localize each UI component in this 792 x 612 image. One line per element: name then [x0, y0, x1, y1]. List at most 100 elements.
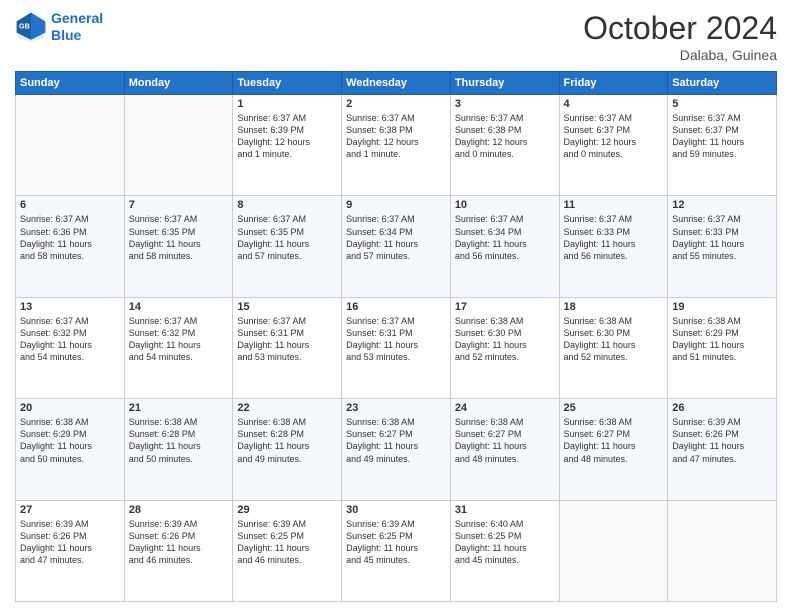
logo-blue: Blue — [51, 27, 81, 43]
cell-content: Sunrise: 6:37 AM Sunset: 6:38 PM Dayligh… — [455, 112, 555, 161]
day-number: 3 — [455, 98, 555, 110]
calendar-cell: 17 Sunrise: 6:38 AM Sunset: 6:30 PM Dayli… — [450, 297, 559, 398]
day-number: 13 — [20, 301, 120, 313]
day-number: 30 — [346, 504, 446, 516]
calendar-week-row: 1 Sunrise: 6:37 AM Sunset: 6:39 PM Daylig… — [16, 95, 777, 196]
cell-content: Sunrise: 6:37 AM Sunset: 6:31 PM Dayligh… — [346, 315, 446, 364]
cell-content: Sunrise: 6:37 AM Sunset: 6:39 PM Dayligh… — [237, 112, 337, 161]
day-number: 4 — [564, 98, 664, 110]
calendar-cell: 10Sunrise: 6:37 AM Sunset: 6:34 PM Dayli… — [450, 196, 559, 297]
day-number: 10 — [455, 199, 555, 211]
cell-content: Sunrise: 6:38 AM Sunset: 6:29 PM Dayligh… — [672, 315, 772, 364]
day-number: 22 — [237, 402, 337, 414]
calendar-cell: 24Sunrise: 6:38 AM Sunset: 6:27 PM Dayli… — [450, 399, 559, 500]
cell-content: Sunrise: 6:37 AM Sunset: 6:35 PM Dayligh… — [129, 213, 229, 262]
calendar-cell: 5Sunrise: 6:37 AM Sunset: 6:37 PM Daylig… — [668, 95, 777, 196]
day-number: 24 — [455, 402, 555, 414]
calendar-cell: 14 Sunrise: 6:37 AM Sunset: 6:32 PM Dayli… — [124, 297, 233, 398]
calendar-cell: 8 Sunrise: 6:37 AM Sunset: 6:35 PM Daylig… — [233, 196, 342, 297]
calendar-cell: 26 Sunrise: 6:39 AM Sunset: 6:26 PM Dayli… — [668, 399, 777, 500]
calendar-cell: 16 Sunrise: 6:37 AM Sunset: 6:31 PM Dayli… — [342, 297, 451, 398]
day-number: 9 — [346, 199, 446, 211]
calendar-cell: 23 Sunrise: 6:38 AM Sunset: 6:27 PM Dayli… — [342, 399, 451, 500]
day-header-sunday: Sunday — [16, 72, 125, 95]
day-number: 2 — [346, 98, 446, 110]
calendar-cell: 18 Sunrise: 6:38 AM Sunset: 6:30 PM Dayli… — [559, 297, 668, 398]
day-header-friday: Friday — [559, 72, 668, 95]
day-number: 15 — [237, 301, 337, 313]
svg-text:GB: GB — [19, 21, 30, 30]
day-number: 16 — [346, 301, 446, 313]
calendar-header-row: SundayMondayTuesdayWednesdayThursdayFrid… — [16, 72, 777, 95]
cell-content: Sunrise: 6:38 AM Sunset: 6:27 PM Dayligh… — [564, 416, 664, 465]
day-number: 27 — [20, 504, 120, 516]
calendar-cell: 1 Sunrise: 6:37 AM Sunset: 6:39 PM Daylig… — [233, 95, 342, 196]
calendar-cell — [124, 95, 233, 196]
cell-content: Sunrise: 6:38 AM Sunset: 6:30 PM Dayligh… — [455, 315, 555, 364]
cell-content: Sunrise: 6:38 AM Sunset: 6:27 PM Dayligh… — [346, 416, 446, 465]
day-header-thursday: Thursday — [450, 72, 559, 95]
day-number: 29 — [237, 504, 337, 516]
day-number: 20 — [20, 402, 120, 414]
day-number: 1 — [237, 98, 337, 110]
day-number: 21 — [129, 402, 229, 414]
calendar-cell: 29 Sunrise: 6:39 AM Sunset: 6:25 PM Dayli… — [233, 500, 342, 601]
day-number: 6 — [20, 199, 120, 211]
calendar-cell: 3 Sunrise: 6:37 AM Sunset: 6:38 PM Daylig… — [450, 95, 559, 196]
calendar-week-row: 6Sunrise: 6:37 AM Sunset: 6:36 PM Daylig… — [16, 196, 777, 297]
calendar-cell: 22 Sunrise: 6:38 AM Sunset: 6:28 PM Dayli… — [233, 399, 342, 500]
day-number: 26 — [672, 402, 772, 414]
cell-content: Sunrise: 6:39 AM Sunset: 6:25 PM Dayligh… — [237, 518, 337, 567]
cell-content: Sunrise: 6:39 AM Sunset: 6:26 PM Dayligh… — [672, 416, 772, 465]
day-number: 17 — [455, 301, 555, 313]
cell-content: Sunrise: 6:37 AM Sunset: 6:37 PM Dayligh… — [564, 112, 664, 161]
calendar-cell: 11Sunrise: 6:37 AM Sunset: 6:33 PM Dayli… — [559, 196, 668, 297]
calendar-cell: 21 Sunrise: 6:38 AM Sunset: 6:28 PM Dayli… — [124, 399, 233, 500]
calendar-cell: 7 Sunrise: 6:37 AM Sunset: 6:35 PM Daylig… — [124, 196, 233, 297]
calendar-cell: 30Sunrise: 6:39 AM Sunset: 6:25 PM Dayli… — [342, 500, 451, 601]
day-number: 23 — [346, 402, 446, 414]
day-header-saturday: Saturday — [668, 72, 777, 95]
day-header-monday: Monday — [124, 72, 233, 95]
page: GB General Blue October 2024 Dalaba, Gui… — [0, 0, 792, 612]
calendar-cell — [668, 500, 777, 601]
cell-content: Sunrise: 6:38 AM Sunset: 6:28 PM Dayligh… — [129, 416, 229, 465]
calendar-cell — [559, 500, 668, 601]
cell-content: Sunrise: 6:37 AM Sunset: 6:32 PM Dayligh… — [20, 315, 120, 364]
cell-content: Sunrise: 6:38 AM Sunset: 6:28 PM Dayligh… — [237, 416, 337, 465]
day-number: 7 — [129, 199, 229, 211]
cell-content: Sunrise: 6:39 AM Sunset: 6:26 PM Dayligh… — [129, 518, 229, 567]
calendar-week-row: 20Sunrise: 6:38 AM Sunset: 6:29 PM Dayli… — [16, 399, 777, 500]
cell-content: Sunrise: 6:37 AM Sunset: 6:31 PM Dayligh… — [237, 315, 337, 364]
calendar-cell: 31Sunrise: 6:40 AM Sunset: 6:25 PM Dayli… — [450, 500, 559, 601]
calendar-cell: 28 Sunrise: 6:39 AM Sunset: 6:26 PM Dayli… — [124, 500, 233, 601]
cell-content: Sunrise: 6:37 AM Sunset: 6:33 PM Dayligh… — [564, 213, 664, 262]
cell-content: Sunrise: 6:37 AM Sunset: 6:32 PM Dayligh… — [129, 315, 229, 364]
cell-content: Sunrise: 6:38 AM Sunset: 6:30 PM Dayligh… — [564, 315, 664, 364]
calendar-cell: 27 Sunrise: 6:39 AM Sunset: 6:26 PM Dayli… — [16, 500, 125, 601]
day-number: 8 — [237, 199, 337, 211]
header: GB General Blue October 2024 Dalaba, Gui… — [15, 10, 777, 63]
cell-content: Sunrise: 6:37 AM Sunset: 6:37 PM Dayligh… — [672, 112, 772, 161]
calendar-week-row: 13 Sunrise: 6:37 AM Sunset: 6:32 PM Dayli… — [16, 297, 777, 398]
calendar-cell: 15 Sunrise: 6:37 AM Sunset: 6:31 PM Dayli… — [233, 297, 342, 398]
logo: GB General Blue — [15, 10, 103, 44]
calendar-cell: 19Sunrise: 6:38 AM Sunset: 6:29 PM Dayli… — [668, 297, 777, 398]
logo-text: General Blue — [51, 10, 103, 44]
day-number: 18 — [564, 301, 664, 313]
day-number: 28 — [129, 504, 229, 516]
calendar-cell: 4 Sunrise: 6:37 AM Sunset: 6:37 PM Daylig… — [559, 95, 668, 196]
day-number: 31 — [455, 504, 555, 516]
calendar-table: SundayMondayTuesdayWednesdayThursdayFrid… — [15, 71, 777, 602]
calendar-cell — [16, 95, 125, 196]
calendar-cell: 20Sunrise: 6:38 AM Sunset: 6:29 PM Dayli… — [16, 399, 125, 500]
calendar-cell: 25Sunrise: 6:38 AM Sunset: 6:27 PM Dayli… — [559, 399, 668, 500]
cell-content: Sunrise: 6:39 AM Sunset: 6:26 PM Dayligh… — [20, 518, 120, 567]
title-block: October 2024 Dalaba, Guinea — [583, 10, 777, 63]
logo-general: General — [51, 10, 103, 26]
cell-content: Sunrise: 6:37 AM Sunset: 6:35 PM Dayligh… — [237, 213, 337, 262]
day-number: 12 — [672, 199, 772, 211]
day-number: 14 — [129, 301, 229, 313]
location-subtitle: Dalaba, Guinea — [583, 47, 777, 63]
calendar-cell: 12Sunrise: 6:37 AM Sunset: 6:33 PM Dayli… — [668, 196, 777, 297]
